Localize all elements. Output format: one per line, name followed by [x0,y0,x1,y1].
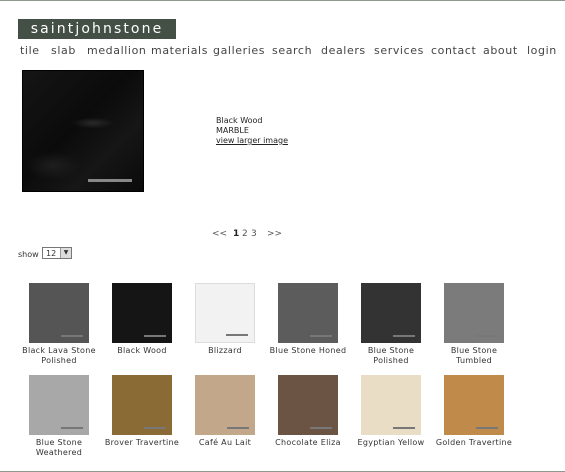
tile-name[interactable]: Chocolate Eliza [266,438,350,448]
tile-swatch-bar [226,334,248,336]
tile-swatch[interactable] [195,283,255,343]
nav-medallion[interactable]: medallion [87,44,146,57]
tile-name[interactable]: Black Wood [100,346,184,356]
top-border [0,0,565,1]
tile-item[interactable]: Brover Travertine [100,375,184,448]
tile-item[interactable]: Blizzard [183,283,267,356]
nav-services[interactable]: services [374,44,424,57]
tile-item[interactable]: Café Au Lait [183,375,267,448]
site-logo[interactable]: saintjohnstone [18,19,176,39]
tile-swatch-bar [144,427,166,429]
nav-about[interactable]: about [483,44,518,57]
tile-name[interactable]: Café Au Lait [183,438,267,448]
tile-item[interactable]: Egyptian Yellow [349,375,433,448]
tile-swatch[interactable] [278,375,338,435]
dropdown-arrow-icon[interactable]: ▼ [60,248,71,258]
show-count-value: 12 [46,249,57,258]
tile-name[interactable]: Blue Stone Tumbled [432,346,516,366]
nav-slab[interactable]: slab [51,44,76,57]
tile-swatch[interactable] [361,283,421,343]
tile-swatch[interactable] [444,283,504,343]
pager-current: 1 [233,229,240,239]
tile-swatch[interactable] [112,375,172,435]
tile-swatch[interactable] [444,375,504,435]
featured-type: MARBLE [216,126,249,135]
tile-swatch[interactable] [29,375,89,435]
pager-next[interactable]: >> [267,229,282,239]
show-label: show [18,250,39,259]
tile-swatch-bar [61,427,83,429]
tile-swatch-bar [144,335,166,337]
nav-search[interactable]: search [272,44,312,57]
image-bar [88,179,132,182]
tile-swatch-bar [310,335,332,337]
tile-name[interactable]: Blue Stone Weathered [17,438,101,458]
tile-name[interactable]: Golden Travertine [432,438,516,448]
tile-swatch[interactable] [361,375,421,435]
nav-dealers[interactable]: dealers [321,44,366,57]
tile-name[interactable]: Black Lava Stone Polished [17,346,101,366]
tile-swatch-bar [310,427,332,429]
pager-page-3[interactable]: 3 [251,229,257,239]
tile-item[interactable]: Black Wood [100,283,184,356]
tile-name[interactable]: Blizzard [183,346,267,356]
tile-swatch-bar [61,335,83,337]
nav-tile[interactable]: tile [20,44,40,57]
nav-materials[interactable]: materials [151,44,208,57]
nav-galleries[interactable]: galleries [213,44,265,57]
pager-prev[interactable]: << [212,229,227,239]
tile-swatch-bar [227,427,249,429]
nav-contact[interactable]: contact [431,44,476,57]
tile-swatch-bar [476,335,498,337]
featured-name: Black Wood [216,116,263,125]
tile-swatch-bar [476,427,498,429]
tile-swatch-bar [393,427,415,429]
featured-tile-image[interactable] [22,70,144,192]
nav-login[interactable]: login [527,44,557,57]
tile-item[interactable]: Blue Stone Weathered [17,375,101,458]
tile-item[interactable]: Blue Stone Tumbled [432,283,516,366]
tile-name[interactable]: Blue Stone Honed [266,346,350,356]
tile-item[interactable]: Chocolate Eliza [266,375,350,448]
tile-name[interactable]: Brover Travertine [100,438,184,448]
tile-swatch[interactable] [278,283,338,343]
pager-page-2[interactable]: 2 [242,229,248,239]
tile-item[interactable]: Blue Stone Polished [349,283,433,366]
featured-info: Black Wood MARBLE view larger image [216,116,288,146]
tile-swatch-bar [393,335,415,337]
show-count-select[interactable]: 12 ▼ [42,247,72,259]
view-larger-link[interactable]: view larger image [216,136,288,146]
tile-swatch[interactable] [112,283,172,343]
tile-name[interactable]: Blue Stone Polished [349,346,433,366]
tile-swatch[interactable] [29,283,89,343]
tile-item[interactable]: Black Lava Stone Polished [17,283,101,366]
tile-item[interactable]: Blue Stone Honed [266,283,350,356]
tile-swatch[interactable] [195,375,255,435]
tile-name[interactable]: Egyptian Yellow [349,438,433,448]
tile-item[interactable]: Golden Travertine [432,375,516,448]
